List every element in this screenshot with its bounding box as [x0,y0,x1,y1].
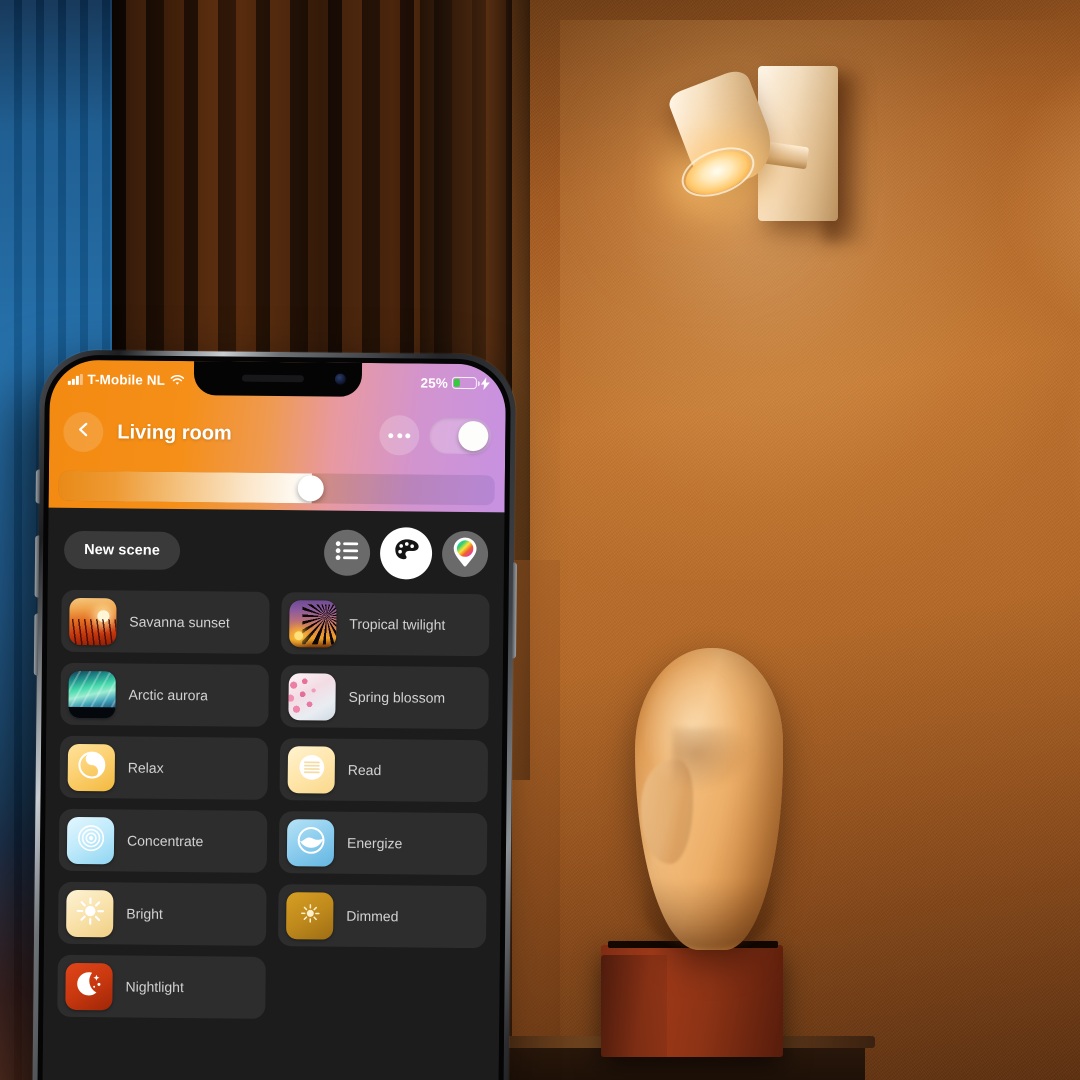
scene-label: Bright [126,905,163,922]
front-camera-icon [334,373,346,385]
read-thumbnail [287,745,336,794]
lightning-circle-icon [295,825,325,860]
scene-card-bright[interactable]: Bright [57,881,267,946]
savanna-sunset-thumbnail [69,597,117,645]
palette-button[interactable] [379,527,433,580]
three-dots-icon [388,432,394,438]
list-view-button[interactable] [323,529,371,576]
text-lines-icon [296,752,326,787]
room-power-toggle[interactable] [429,417,492,455]
chevron-left-icon [76,422,91,442]
title-bar: Living room [49,404,506,465]
scene-card-tropical-twilight[interactable]: Tropical twilight [281,592,490,657]
wall-spot-lamp [665,58,872,242]
concentric-circles-icon [75,822,105,857]
yin-yang-icon [76,749,106,784]
tropical-twilight-thumbnail [289,599,337,648]
scene-label: Nightlight [125,978,184,996]
scene-label: Relax [127,759,164,776]
sculpture-base-side [601,955,667,1057]
phone-bezel: T-Mobile NL 09:23 25% [36,354,512,1080]
scenes-toolbar: New scene [48,508,505,591]
scene-card-nightlight[interactable]: Nightlight [57,954,266,1019]
volume-up-button[interactable] [34,535,40,598]
sculpture-nose [641,760,693,864]
nightlight-thumbnail [65,962,113,1010]
scene-label: Read [347,761,382,779]
scenes-panel: New scene Savanna sunset Tropical twilig… [41,507,505,1080]
small-sun-icon [298,901,322,930]
scene-card-savanna-sunset[interactable]: Savanna sunset [61,589,270,654]
scene-label: Concentrate [126,832,204,850]
scene-label: Savanna sunset [129,613,230,631]
scene-label: Tropical twilight [349,615,446,633]
phone-screen: T-Mobile NL 09:23 25% [41,359,507,1080]
arctic-aurora-thumbnail [68,670,116,718]
moon-stars-icon [74,968,104,1003]
color-picker-button[interactable] [441,530,489,578]
scene-card-energize[interactable]: Energize [278,811,488,876]
energize-thumbnail [286,818,335,867]
scene-card-relax[interactable]: Relax [59,735,269,800]
list-icon [335,540,359,565]
volume-down-button[interactable] [33,613,39,676]
scene-label: Energize [346,834,403,852]
page-title: Living room [117,420,232,445]
brightness-knob[interactable] [297,475,324,502]
palette-icon [392,537,419,569]
concentrate-thumbnail [66,816,115,864]
back-button[interactable] [63,411,104,453]
relax-thumbnail [67,743,116,791]
scene-label: Arctic aurora [128,686,209,704]
bright-thumbnail [66,889,114,937]
more-options-button[interactable] [379,415,420,456]
scene-card-read[interactable]: Read [279,738,489,803]
new-scene-button[interactable]: New scene [63,530,181,571]
brightness-fill [58,470,312,504]
device-notch [193,361,363,397]
scene-card-dimmed[interactable]: Dimmed [277,884,487,949]
scene-card-spring-blossom[interactable]: Spring blossom [280,665,489,730]
scene-card-arctic-aurora[interactable]: Arctic aurora [60,662,269,727]
earpiece-speaker [241,374,304,383]
scene-grid: Savanna sunset Tropical twilight Arctic … [43,586,503,1022]
silent-switch[interactable] [35,469,40,504]
spring-blossom-thumbnail [288,672,336,721]
scene-label: Dimmed [346,907,399,925]
scene-card-concentrate[interactable]: Concentrate [58,808,268,873]
room-header: T-Mobile NL 09:23 25% [48,359,507,513]
brightness-slider[interactable] [58,470,495,506]
scene-label: Spring blossom [348,688,446,706]
smartphone-device: T-Mobile NL 09:23 25% [31,349,517,1080]
battery-icon [451,376,477,390]
dimmed-thumbnail [286,891,334,940]
toggle-knob [458,420,489,452]
sun-icon [75,895,105,930]
color-droplet-icon [452,536,478,571]
